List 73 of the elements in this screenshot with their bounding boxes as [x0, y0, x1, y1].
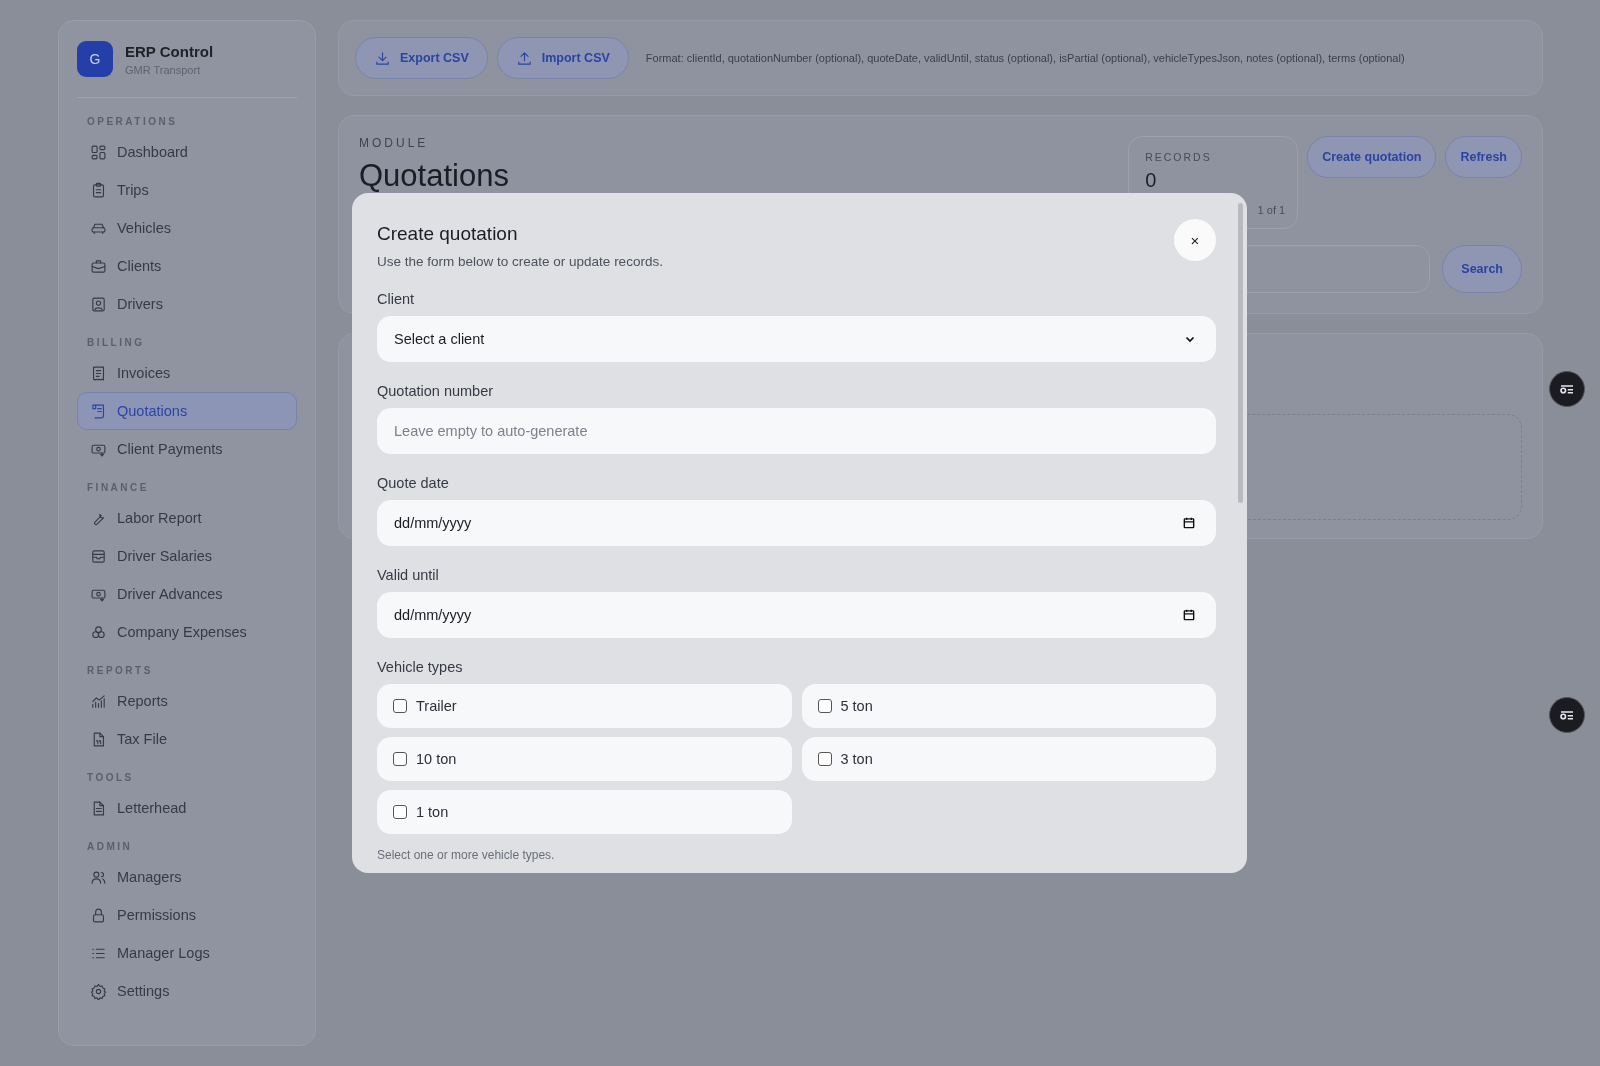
vehicle-type-option[interactable]: 3 ton [801, 737, 1216, 781]
field-label: Valid until [377, 567, 440, 583]
client-select[interactable]: Select a client [377, 316, 1216, 362]
header-button[interactable]: Create quotation [1307, 136, 1437, 178]
nav-item[interactable]: Invoices [77, 354, 297, 392]
scrollbar[interactable] [1238, 203, 1243, 503]
nav-item[interactable]: Tax File [77, 720, 297, 758]
nav-item[interactable]: Permissions [77, 896, 297, 934]
module-eyebrow: MODULE [359, 136, 430, 150]
nav-item[interactable]: Driver Salaries [77, 537, 297, 575]
modal-title: Create quotation [377, 223, 519, 245]
nav-item[interactable]: Drivers [77, 285, 297, 323]
checkbox[interactable] [393, 699, 407, 713]
vehicle-type-option[interactable]: 5 ton [801, 684, 1216, 728]
scroll-icon [90, 402, 107, 420]
calendar-icon [1182, 516, 1196, 530]
checkbox[interactable] [817, 699, 832, 713]
chart-icon [90, 692, 107, 710]
checkbox[interactable] [393, 805, 407, 819]
nav-item[interactable]: Clients [77, 247, 297, 285]
floating-action-button[interactable] [1549, 371, 1585, 407]
briefcase-icon [90, 257, 107, 275]
close-button[interactable]: × [1174, 219, 1216, 261]
brand-logo: G [77, 41, 113, 77]
vehicle-type-option[interactable]: Trailer [377, 684, 792, 728]
modal-subtitle: Use the form below to create or update records. [377, 254, 663, 269]
archive-icon [90, 547, 107, 565]
nav-item[interactable]: Client Payments [77, 430, 297, 468]
field-hint: Select one or more vehicle types. [377, 848, 556, 862]
date-field[interactable]: dd/mm/yyyy [377, 592, 1216, 638]
nav-item[interactable]: Company Expenses [77, 613, 297, 651]
import-button[interactable]: Import CSV [496, 37, 629, 79]
floating-action-button[interactable] [1549, 697, 1585, 733]
nav-item[interactable]: Trips [77, 171, 297, 209]
upload-icon [515, 49, 533, 67]
records-count: 0 [1145, 169, 1158, 192]
grid-icon [90, 143, 107, 161]
settings-icon [90, 982, 107, 1000]
nav-item[interactable]: Labor Report [77, 499, 297, 537]
receipt-icon [90, 364, 107, 382]
quotation-number-field[interactable]: Leave empty to auto-generate [377, 408, 1216, 454]
csv-format-note: Format: clientId, quotationNumber (optional), quoteDate, validUntil, status (optional), isPartial (optional), vehicleTypesJson, notes (optional), terms (optional) [645, 52, 1405, 64]
nav-item[interactable]: Letterhead [77, 789, 297, 827]
vehicle-type-option[interactable]: 1 ton [377, 790, 792, 834]
portrait-icon [90, 295, 107, 313]
export-button[interactable]: Export CSV [355, 37, 488, 79]
download-icon [374, 49, 391, 67]
app-name: ERP Control [125, 42, 214, 60]
field-label: Quotation number [377, 383, 495, 399]
date-field[interactable]: dd/mm/yyyy [377, 500, 1216, 546]
lock-icon [90, 906, 107, 924]
vehicle-type-option[interactable]: 10 ton [377, 737, 792, 781]
checkbox[interactable] [393, 752, 407, 766]
field-label: Vehicle types [377, 659, 464, 675]
header-button[interactable]: Refresh [1445, 136, 1522, 178]
page-title: Quotations [359, 158, 510, 194]
field-label: Quote date [377, 475, 450, 491]
calendar-icon [1182, 608, 1196, 622]
nav-item[interactable]: Reports [77, 682, 297, 720]
nav-item[interactable]: Dashboard [77, 133, 297, 171]
coins-icon [90, 623, 107, 641]
nav-item[interactable]: Managers [77, 858, 297, 896]
field-label: Client [377, 291, 416, 307]
nav-item[interactable]: Driver Advances [77, 575, 297, 613]
checkbox[interactable] [817, 752, 832, 766]
nav-item[interactable]: Quotations [77, 392, 297, 430]
nav-item[interactable]: Vehicles [77, 209, 297, 247]
search-button[interactable]: Search [1442, 245, 1522, 293]
clipboard-icon [90, 181, 107, 199]
records-label: RECORDS [1145, 151, 1213, 163]
page-indicator: 1 of 1 [1257, 204, 1286, 216]
nav-item[interactable]: Manager Logs [77, 934, 297, 972]
nav-item[interactable]: Settings [77, 972, 297, 1010]
